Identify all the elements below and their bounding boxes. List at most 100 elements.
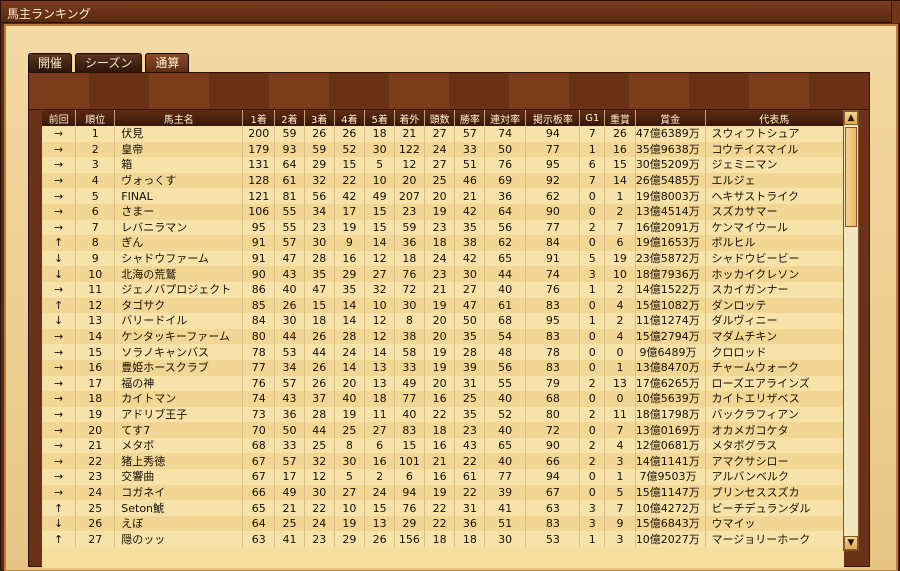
cell-rank: 7 [75, 219, 116, 236]
table-row[interactable]: → 16 豊姫ホースクラブ 77 34 26 14 13 33 19 39 56 83 0 1 13億8470… [42, 359, 844, 376]
cell-horses: 22 [424, 515, 456, 532]
cell-second: 57 [274, 235, 305, 251]
cell-win-rate: 42 [454, 203, 486, 220]
cell-prev-rank: ↓ [42, 250, 77, 267]
table-row[interactable]: ↓ 10 北海の荒鷲 90 43 35 29 27 76 23 30 44 74 3 10 18億7936万ホ… [42, 266, 844, 282]
table-row[interactable]: ↓ 9 シャドウファーム 91 47 28 16 12 18 24 42 65 91 5 19 23億5872… [42, 250, 844, 267]
header-unplaced[interactable]: 着外 [394, 110, 425, 126]
cell-fourth: 26 [334, 126, 366, 142]
table-row[interactable]: ↓ 26 えぼ 64 25 24 19 13 29 22 36 51 83 3 9 15億6843万 ウマイッ [42, 515, 844, 532]
cell-unplaced: 20 [394, 172, 425, 189]
cell-board-rate: 83 [525, 515, 581, 532]
table-row[interactable]: → 2 皇帝 179 93 59 52 30 122 24 33 50 77 1 16 35億9638万 コウテ… [42, 141, 844, 158]
header-win-rate[interactable]: 勝率 [454, 110, 486, 126]
cell-graded: 7 [604, 500, 636, 516]
tab-season[interactable]: シーズン [75, 53, 143, 73]
cell-horses: 19 [424, 484, 456, 501]
header-third[interactable]: 3着 [304, 110, 335, 126]
cell-graded: 0 [604, 391, 636, 407]
cell-second: 57 [274, 375, 305, 392]
header-top-horse[interactable]: 代表馬 [705, 110, 844, 126]
cell-g1: 1 [579, 531, 606, 548]
header-board-rate[interactable]: 掲示板率 [525, 110, 581, 126]
scroll-thumb[interactable] [845, 127, 857, 227]
cell-prev-rank: → [42, 375, 77, 392]
cell-unplaced: 21 [394, 126, 425, 142]
cell-g1: 0 [579, 328, 606, 345]
header-graded[interactable]: 重賞 [604, 110, 636, 126]
cell-first: 128 [242, 172, 276, 189]
cell-prize: 18億1798万 [635, 406, 706, 423]
cell-first: 67 [242, 469, 276, 485]
cell-fifth: 15 [364, 500, 396, 516]
header-second[interactable]: 2着 [274, 110, 305, 126]
cell-win-rate: 57 [454, 126, 486, 142]
table-row[interactable]: → 11 ジェノバプロジェクト 86 40 47 35 32 72 21 27 40 76 1 2 14億15… [42, 281, 844, 298]
scroll-up-button[interactable]: ▲ [844, 111, 858, 125]
header-fifth[interactable]: 5着 [364, 110, 396, 126]
table-row[interactable]: → 22 猪上秀徳 67 57 32 30 16 101 21 22 40 66 2 3 14億1141万 アマ… [42, 453, 844, 470]
cell-graded: 16 [604, 141, 636, 158]
table-row[interactable]: → 24 コガネイ 66 49 30 27 24 94 19 22 39 67 0 5 15億1147万 プリン… [42, 484, 844, 501]
header-quinella-rate[interactable]: 連対率 [484, 110, 527, 126]
cell-unplaced: 76 [394, 500, 425, 516]
table-row[interactable]: → 23 交響曲 67 17 12 5 2 6 16 61 77 94 0 1 7億9503万 アルバンベルク [42, 469, 844, 485]
header-g1[interactable]: G1 [579, 110, 606, 126]
header-prize[interactable]: 賞金 [635, 110, 706, 126]
cell-second: 61 [274, 172, 305, 189]
header-horses[interactable]: 頭数 [424, 110, 456, 126]
table-row[interactable]: → 6 さまー 106 55 34 17 15 23 19 42 64 90 0 2 13億4514万 スズカサ… [42, 203, 844, 220]
cell-win-rate: 61 [454, 469, 486, 485]
cell-quinella-rate: 56 [484, 359, 527, 376]
header-prev-rank[interactable]: 前回 [42, 110, 77, 126]
table-row[interactable]: → 3 箱 131 64 29 15 5 12 27 51 76 95 6 15 30億5209万 ジェミニマン [42, 157, 844, 173]
header-fourth[interactable]: 4着 [334, 110, 366, 126]
table-row[interactable]: ↑ 25 Seton鯱 65 21 22 10 15 76 22 31 41 63 3 7 10億4272万ビ… [42, 500, 844, 516]
cell-win-rate: 39 [454, 359, 486, 376]
cell-third: 34 [304, 203, 335, 220]
cell-third: 23 [304, 531, 335, 548]
tab-kaisai[interactable]: 開催 [28, 53, 73, 73]
table-row[interactable]: → 20 てす7 70 50 44 25 27 83 18 23 40 72 0 7 13億0169万 オカメガ… [42, 422, 844, 438]
cell-rank: 18 [75, 391, 116, 407]
cell-third: 26 [304, 359, 335, 376]
scroll-down-button[interactable]: ▼ [844, 536, 858, 550]
table-row[interactable]: ↓ 13 バリードイル 84 30 18 14 12 8 20 50 68 95 1 2 11億1274万 ダル… [42, 313, 844, 329]
cell-first: 121 [242, 188, 276, 204]
cell-fifth: 12 [364, 313, 396, 329]
cell-fifth: 11 [364, 406, 396, 423]
cell-third: 18 [304, 313, 335, 329]
cell-win-rate: 47 [454, 297, 486, 314]
table-row[interactable]: → 18 カイトマン 74 43 37 40 18 77 16 25 40 68 0 0 10億5639万 カイ… [42, 391, 844, 407]
table-row[interactable]: → 14 ケンタッキーファーム 80 44 26 28 12 38 20 35 54 83 0 4 15億27… [42, 328, 844, 345]
vertical-scrollbar[interactable]: ▲ ▼ [843, 110, 859, 551]
cell-first: 179 [242, 141, 276, 158]
table-row[interactable]: ↑ 8 ぎん 91 57 30 9 14 36 18 38 62 84 0 6 19億1653万 ボルヒル [42, 235, 844, 251]
cell-g1: 0 [579, 359, 606, 376]
cell-fifth: 32 [364, 281, 396, 298]
tab-total[interactable]: 通算 [145, 53, 190, 73]
table-row[interactable]: ↑ 12 タゴサク 85 26 15 14 10 30 19 47 61 83 0 4 15億1082万 ダンロ… [42, 297, 844, 314]
cell-graded: 26 [604, 126, 636, 142]
cell-fourth: 14 [334, 359, 366, 376]
cell-board-rate: 80 [525, 406, 581, 423]
cell-graded: 9 [604, 515, 636, 532]
table-row[interactable]: → 1 伏見 200 59 26 26 18 21 27 57 74 94 7 26 47億6389万 スウィフ… [42, 126, 844, 142]
table-row[interactable]: → 17 福の神 76 57 26 20 13 49 20 31 55 79 2 13 17億6265万 ローズ… [42, 375, 844, 392]
header-first[interactable]: 1着 [242, 110, 276, 126]
header-owner-name[interactable]: 馬主名 [114, 110, 244, 126]
table-row[interactable]: → 7 レバニラマン 95 55 23 19 15 59 23 35 56 77 2 7 16億2091万 ケン… [42, 219, 844, 236]
cell-board-rate: 67 [525, 484, 581, 501]
table-row[interactable]: → 5 FINAL 121 81 56 42 49 207 20 21 36 62 0 1 19億8003万ヘ… [42, 188, 844, 204]
table-row[interactable]: ↑ 27 隠のッッ 63 41 23 29 26 156 18 18 30 53 1 3 10億2027万 マー… [42, 531, 844, 548]
header-rank[interactable]: 順位 [75, 110, 116, 126]
table-row[interactable]: → 4 ヴォっくす 128 61 32 22 10 20 25 46 69 92 7 14 26億5485万エ… [42, 172, 844, 189]
cell-prev-rank: → [42, 141, 77, 158]
cell-graded: 5 [604, 484, 636, 501]
cell-quinella-rate: 54 [484, 328, 527, 345]
table-row[interactable]: → 21 メタボ 68 33 25 8 6 15 16 43 65 90 2 4 12億0681万 メタボグラス [42, 437, 844, 454]
cell-g1: 7 [579, 172, 606, 189]
table-row[interactable]: → 19 アドリブ王子 73 36 28 19 11 40 22 35 52 80 2 11 18億1798万… [42, 406, 844, 423]
cell-g1: 1 [579, 281, 606, 298]
table-row[interactable]: → 15 ソラノキャンバス 78 53 44 24 14 58 19 28 48 78 0 0 9億6489万… [42, 344, 844, 360]
